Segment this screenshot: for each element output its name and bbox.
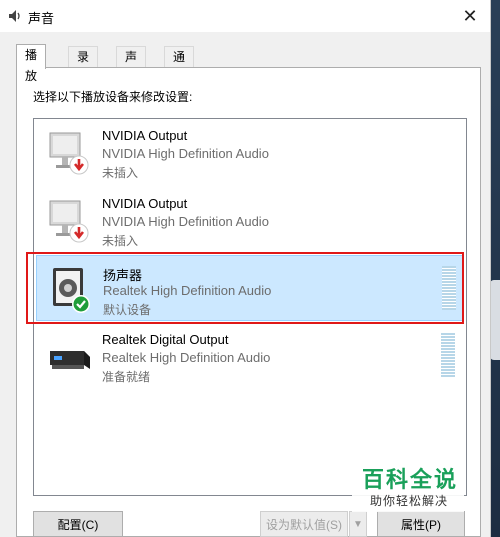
digital-output-icon xyxy=(50,351,90,369)
watermark-subtitle: 助你轻松解决 xyxy=(370,494,449,508)
device-status: 未插入 xyxy=(102,234,139,248)
monitor-icon xyxy=(49,132,89,175)
volume-level-meter xyxy=(441,333,455,377)
device-driver: NVIDIA High Definition Audio xyxy=(102,214,269,229)
device-name: NVIDIA Output xyxy=(102,196,188,211)
properties-button[interactable]: 属性(P) xyxy=(377,511,465,537)
tab-communications[interactable]: 通信 xyxy=(164,46,195,85)
device-item-nvidia-output-1[interactable]: NVIDIA Output NVIDIA High Definition Aud… xyxy=(36,119,464,185)
speaker-app-icon xyxy=(9,10,20,22)
device-driver: Realtek High Definition Audio xyxy=(103,283,272,298)
tab-playback[interactable]: 播放 xyxy=(16,44,47,83)
desktop-background xyxy=(490,0,500,537)
configure-button[interactable]: 配置(C) xyxy=(33,511,123,537)
device-item-realtek-digital-output[interactable]: Realtek Digital Output Realtek High Defi… xyxy=(36,323,464,389)
device-item-nvidia-output-2[interactable]: NVIDIA Output NVIDIA High Definition Aud… xyxy=(36,187,464,253)
device-name: NVIDIA Output xyxy=(102,128,188,143)
device-status: 准备就绪 xyxy=(102,370,151,384)
device-driver: NVIDIA High Definition Audio xyxy=(102,146,269,161)
tab-sounds[interactable]: 声音 xyxy=(116,46,147,85)
device-name: Realtek Digital Output xyxy=(102,332,229,347)
volume-level-meter xyxy=(442,266,456,310)
device-list[interactable]: NVIDIA Output NVIDIA High Definition Aud… xyxy=(33,118,467,496)
tab-recording[interactable]: 录制 xyxy=(68,46,99,85)
device-status: 默认设备 xyxy=(103,303,152,317)
close-button[interactable]: ✕ xyxy=(450,0,490,32)
device-status: 未插入 xyxy=(102,166,139,180)
window-title: 声音 xyxy=(28,11,55,26)
set-default-dropdown-arrow[interactable]: ▼ xyxy=(349,511,367,537)
device-item-speakers[interactable]: 扬声器 Realtek High Definition Audio 默认设备 xyxy=(36,255,464,321)
device-name: 扬声器 xyxy=(103,268,143,283)
instruction-label: 选择以下播放设备来修改设置: xyxy=(33,90,193,104)
title-bar[interactable]: 声音 ✕ xyxy=(0,0,490,32)
device-driver: Realtek High Definition Audio xyxy=(102,350,271,365)
monitor-icon xyxy=(49,200,89,243)
speaker-icon xyxy=(53,268,90,313)
sound-dialog: 声音 ✕ 播放 录制 声音 通信 选择以下播放设备来修改设置: NVIDIA O… xyxy=(0,0,491,537)
watermark-title: 百科全说 xyxy=(362,467,459,492)
watermark: 百科全说 助你轻松解决 xyxy=(352,462,464,512)
set-default-button[interactable]: 设为默认值(S) xyxy=(260,511,348,537)
